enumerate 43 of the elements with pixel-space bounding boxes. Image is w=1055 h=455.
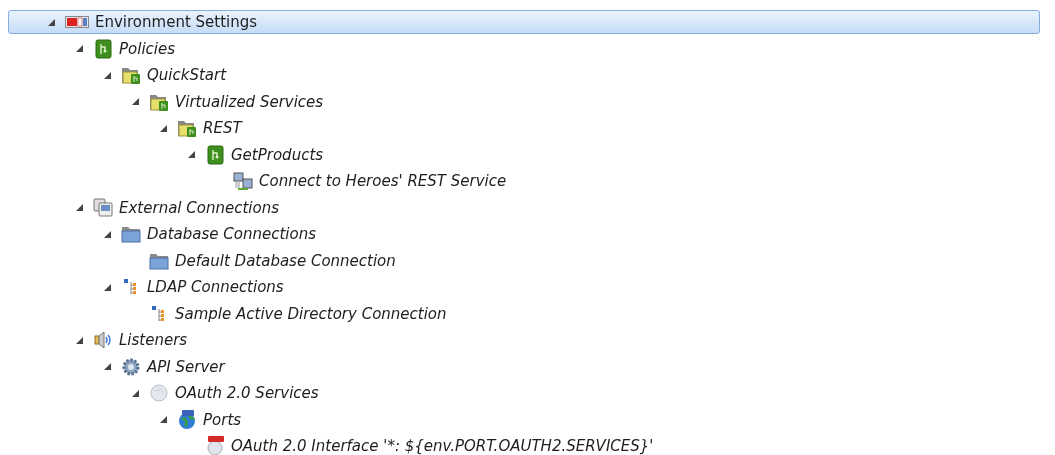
tree-item[interactable]: API Server — [8, 354, 234, 379]
expanded-arrow-icon[interactable] — [104, 363, 111, 371]
expanded-arrow-icon[interactable] — [48, 18, 55, 26]
expanded-arrow-icon[interactable] — [76, 204, 83, 212]
tree-item[interactable]: Ports — [8, 407, 251, 432]
tree-item[interactable]: Virtualized Services — [8, 89, 333, 114]
expanded-arrow-icon[interactable] — [76, 45, 83, 53]
tree-item[interactable]: GetProducts — [8, 142, 333, 167]
tree-item[interactable]: REST — [8, 116, 251, 141]
expanded-arrow-icon[interactable] — [160, 416, 167, 424]
policy-icon — [93, 38, 113, 59]
tree-item[interactable]: QuickStart — [8, 63, 236, 88]
globe-icon — [149, 383, 169, 404]
expanded-arrow-icon[interactable] — [104, 230, 111, 238]
tree-item[interactable]: Sample Active Directory Connection — [8, 301, 456, 326]
expanded-arrow-icon[interactable] — [132, 98, 139, 106]
computers-icon — [93, 197, 113, 218]
gear-icon — [121, 356, 141, 377]
http-globe-icon — [177, 409, 197, 430]
tree-item[interactable]: Connect to Heroes' REST Service — [8, 169, 516, 194]
tree-item[interactable]: Environment Settings — [8, 10, 1040, 35]
expanded-arrow-icon[interactable] — [160, 124, 167, 132]
expanded-arrow-icon[interactable] — [76, 336, 83, 344]
speaker-icon — [93, 330, 113, 351]
tree-item[interactable]: OAuth 2.0 Interface '*: ${env.PORT.OAUTH2.SERVICES}' — [8, 434, 663, 455]
https-globe-icon — [205, 436, 225, 455]
tree-item[interactable]: LDAP Connections — [8, 275, 293, 300]
calendar-icon — [65, 16, 89, 29]
expanded-arrow-icon[interactable] — [104, 283, 111, 291]
expanded-arrow-icon[interactable] — [132, 389, 139, 397]
expanded-arrow-icon[interactable] — [188, 151, 195, 159]
tree-item[interactable]: Default Database Connection — [8, 248, 405, 273]
expanded-arrow-icon[interactable] — [104, 71, 111, 79]
tree-item[interactable]: External Connections — [8, 195, 288, 220]
tree-item[interactable]: Database Connections — [8, 222, 326, 247]
tree-item[interactable]: Listeners — [8, 328, 197, 353]
connector-icon — [233, 171, 253, 192]
folder-icon — [121, 224, 141, 245]
tree-item[interactable]: OAuth 2.0 Services — [8, 381, 328, 406]
policy-folder-icon — [177, 118, 197, 139]
tree-item[interactable]: Policies — [8, 36, 184, 61]
policy-icon — [205, 144, 225, 165]
policy-folder-icon — [121, 65, 141, 86]
